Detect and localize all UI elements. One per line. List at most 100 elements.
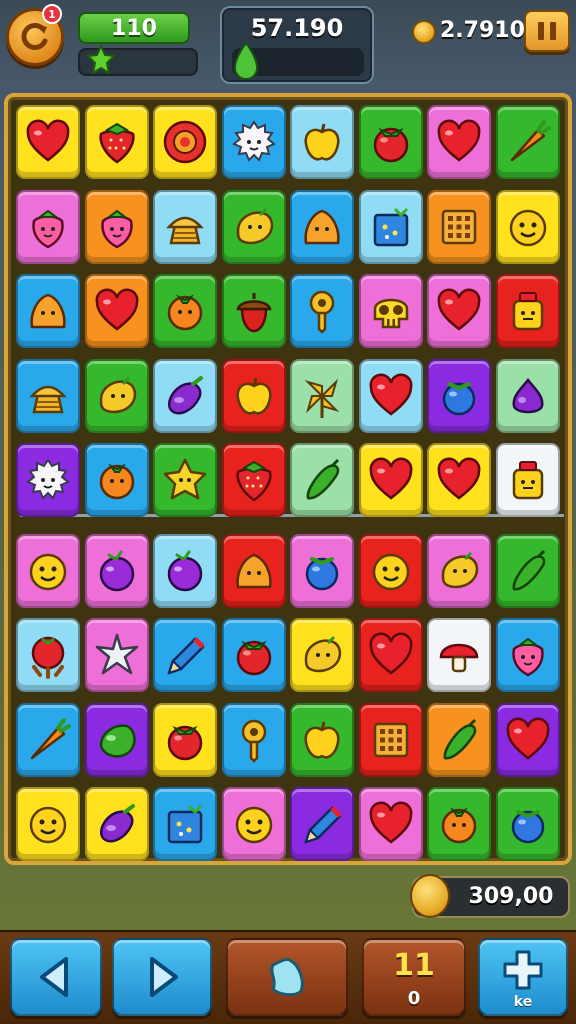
game-tile[interactable] — [84, 358, 149, 433]
apple-icon — [304, 721, 340, 758]
game-tile[interactable] — [290, 189, 354, 264]
bank-value: 309,00 — [468, 884, 554, 909]
game-tile[interactable] — [358, 105, 423, 179]
tomato-icon — [167, 725, 203, 760]
game-tile[interactable] — [358, 443, 423, 517]
game-tile[interactable] — [153, 358, 217, 433]
game-tile[interactable] — [221, 702, 286, 777]
game-tile[interactable] — [358, 274, 423, 348]
game-tile[interactable] — [427, 274, 491, 348]
game-tile[interactable] — [290, 358, 354, 433]
game-tile[interactable] — [84, 618, 149, 692]
game-tile[interactable] — [153, 533, 217, 608]
blueberry-icon — [511, 810, 544, 844]
pause-button[interactable] — [524, 10, 570, 52]
game-tile[interactable] — [221, 443, 286, 517]
game-tile[interactable] — [16, 189, 80, 264]
game-tile[interactable] — [290, 443, 354, 517]
game-tile[interactable] — [290, 787, 354, 861]
plum-icon — [99, 550, 134, 591]
game-tile[interactable] — [290, 533, 354, 608]
game-tile[interactable] — [427, 443, 491, 517]
game-tile[interactable] — [495, 189, 560, 264]
game-tile[interactable] — [495, 274, 560, 348]
game-tile[interactable] — [221, 358, 286, 433]
key-icon — [241, 719, 266, 763]
game-board — [4, 93, 572, 865]
game-tile[interactable] — [290, 105, 354, 179]
game-tile[interactable] — [153, 702, 217, 777]
game-tile[interactable] — [358, 533, 423, 608]
game-tile[interactable] — [153, 189, 217, 264]
game-tile[interactable] — [84, 702, 149, 777]
game-tile[interactable] — [84, 443, 149, 517]
game-tile[interactable] — [221, 274, 286, 348]
game-tile[interactable] — [16, 787, 80, 861]
orange-fruit-icon — [441, 807, 477, 844]
gift-box-icon — [167, 804, 203, 844]
move-right-button[interactable] — [112, 938, 212, 1016]
game-tile[interactable] — [290, 274, 354, 348]
game-tile[interactable] — [221, 189, 286, 264]
game-tile[interactable] — [16, 533, 80, 608]
game-tile[interactable] — [221, 533, 286, 608]
apple-icon — [304, 123, 340, 161]
green-drop-gem-icon — [233, 41, 259, 80]
game-tile[interactable] — [84, 787, 149, 861]
game-tile[interactable] — [495, 533, 560, 608]
game-tile[interactable] — [153, 618, 217, 692]
game-tile[interactable] — [84, 105, 149, 179]
game-tile[interactable] — [16, 443, 80, 517]
berry-icon — [100, 209, 133, 248]
game-tile[interactable] — [358, 189, 423, 264]
lime-icon — [99, 723, 136, 758]
game-tile[interactable] — [221, 787, 286, 861]
game-tile[interactable] — [153, 274, 217, 348]
lemon-icon — [99, 376, 136, 413]
heart-icon — [437, 288, 481, 331]
game-tile[interactable] — [495, 105, 560, 179]
game-tile[interactable] — [427, 787, 491, 861]
game-tile[interactable] — [495, 618, 560, 692]
game-tile[interactable] — [495, 787, 560, 861]
game-tile[interactable] — [16, 274, 80, 348]
game-tile[interactable] — [153, 443, 217, 517]
move-left-button[interactable] — [10, 938, 102, 1016]
eggplant-icon — [168, 375, 203, 414]
game-tile[interactable] — [84, 189, 149, 264]
berry-icon — [32, 209, 64, 248]
heart-icon — [369, 632, 412, 675]
game-tile[interactable] — [153, 105, 217, 179]
game-tile[interactable] — [427, 702, 491, 777]
game-tile[interactable] — [153, 787, 217, 861]
game-tile[interactable] — [84, 274, 149, 348]
game-tile[interactable] — [290, 702, 354, 777]
game-tile[interactable] — [358, 618, 423, 692]
game-tile[interactable] — [358, 702, 423, 777]
game-tile[interactable] — [427, 105, 491, 179]
game-tile[interactable] — [427, 358, 491, 433]
game-tile[interactable] — [16, 702, 80, 777]
game-tile[interactable] — [221, 105, 286, 179]
booster-button[interactable] — [226, 938, 348, 1016]
heart-icon — [437, 457, 481, 500]
eggplant-icon — [99, 804, 135, 843]
game-tile[interactable] — [427, 533, 491, 608]
hint-button[interactable]: ke — [478, 938, 568, 1016]
game-tile[interactable] — [427, 189, 491, 264]
game-tile[interactable] — [495, 443, 560, 517]
game-tile[interactable] — [427, 618, 491, 692]
game-tile[interactable] — [221, 618, 286, 692]
game-tile[interactable] — [495, 358, 560, 433]
fuzzball-icon — [231, 120, 276, 162]
game-tile[interactable] — [16, 618, 80, 692]
blob-icon — [30, 293, 66, 329]
game-tile[interactable] — [290, 618, 354, 692]
game-tile[interactable] — [358, 358, 423, 433]
game-tile[interactable] — [16, 105, 80, 179]
game-tile[interactable] — [16, 358, 80, 433]
level-counter: 110 — [78, 12, 190, 44]
game-tile[interactable] — [495, 702, 560, 777]
game-tile[interactable] — [84, 533, 149, 608]
game-tile[interactable] — [358, 787, 423, 861]
